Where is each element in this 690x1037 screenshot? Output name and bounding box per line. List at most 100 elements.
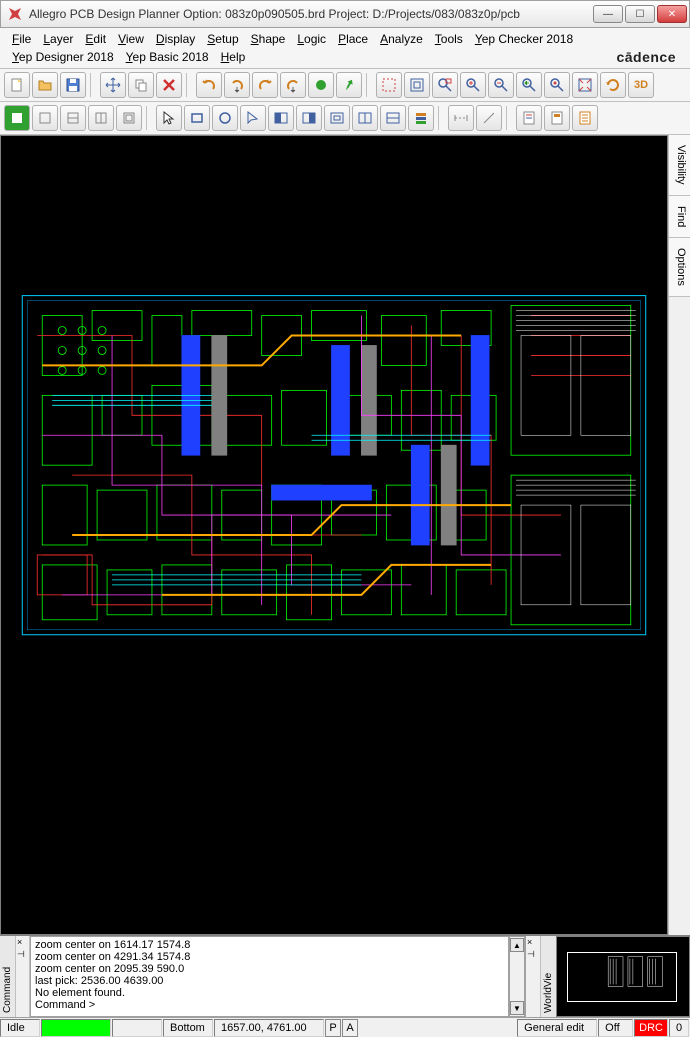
layer5-button[interactable] [380,105,406,131]
zoom-window-button[interactable] [376,72,402,98]
tab-visibility[interactable]: Visibility [669,135,690,196]
tab-find[interactable]: Find [669,196,690,238]
menu-view[interactable]: View [112,30,150,48]
workspace: Visibility Find Options [0,135,690,935]
dim2-button[interactable] [476,105,502,131]
menu-layer[interactable]: Layer [37,30,79,48]
mode-shape-button[interactable] [116,105,142,131]
worldview-panel: WorldVie [540,936,690,1017]
command-tab[interactable]: Command [0,936,16,1017]
zoom-prev-button[interactable] [516,72,542,98]
zoom-extents-button[interactable] [572,72,598,98]
pcb-drawing [1,136,667,934]
menu-display[interactable]: Display [150,30,201,48]
stack-button[interactable] [408,105,434,131]
3d-button[interactable]: 3D [628,72,654,98]
rect-button[interactable] [184,105,210,131]
undo-down-button[interactable] [224,72,250,98]
mode-general-button[interactable] [4,105,30,131]
zoom-in-button[interactable] [460,72,486,98]
cmd-close-icon[interactable]: × [16,936,29,948]
cursor-button[interactable] [156,105,182,131]
select-button[interactable] [240,105,266,131]
zoom-fit-button[interactable] [404,72,430,98]
menu-tools[interactable]: Tools [429,30,469,48]
pin-button[interactable] [336,72,362,98]
report1-button[interactable] [516,105,542,131]
cmd-line: zoom center on 1614.17 1574.8 [35,939,504,951]
menu-shape[interactable]: Shape [245,30,292,48]
tab-options[interactable]: Options [669,238,690,297]
menu-analyze[interactable]: Analyze [374,30,429,48]
cmd-line: No element found. [35,987,504,999]
mode-placement-button[interactable] [32,105,58,131]
circle-button[interactable] [212,105,238,131]
cmd-line: last pick: 2536.00 4639.00 [35,975,504,987]
move-button[interactable] [100,72,126,98]
command-panel: Command × ⊣ zoom center on 1614.17 1574.… [0,936,526,1017]
layer3-button[interactable] [324,105,350,131]
mode-signal-button[interactable] [88,105,114,131]
status-coords: 1657.00, 4761.00 [214,1019,324,1037]
zoom-center-button[interactable] [544,72,570,98]
command-log[interactable]: zoom center on 1614.17 1574.8 zoom cente… [30,936,509,1017]
cmd-prompt: Command > [35,999,504,1011]
wv-close-icon[interactable]: × [526,936,540,948]
status-count: 0 [669,1019,689,1037]
status-off: Off [598,1019,633,1037]
redo-button[interactable] [252,72,278,98]
layer4-button[interactable] [352,105,378,131]
dim1-button[interactable] [448,105,474,131]
report2-button[interactable] [544,105,570,131]
close-button[interactable]: ✕ [657,5,687,23]
layer2-button[interactable] [296,105,322,131]
mode-etch-button[interactable] [60,105,86,131]
zoom-out-button[interactable] [488,72,514,98]
status-a-button[interactable]: A [342,1019,358,1037]
status-flex [359,1019,516,1037]
worldview-tab[interactable]: WorldVie [540,936,556,1017]
menu-place[interactable]: Place [332,30,374,48]
statusbar: Idle Bottom 1657.00, 4761.00 P A General… [0,1017,690,1037]
report3-button[interactable] [572,105,598,131]
status-spacer [112,1019,162,1037]
cmd-pin-icon[interactable]: ⊣ [16,948,29,961]
status-p-button[interactable]: P [325,1019,341,1037]
cmd-scrollbar[interactable]: ▲ ▼ [509,936,525,1017]
menu-help[interactable]: Help [215,48,252,66]
menu-file[interactable]: File [6,30,37,48]
refresh-button[interactable] [600,72,626,98]
open-button[interactable] [32,72,58,98]
save-button[interactable] [60,72,86,98]
scroll-down-icon[interactable]: ▼ [510,1001,524,1015]
window-controls: — ☐ ✕ [593,5,689,23]
scroll-up-icon[interactable]: ▲ [510,938,524,952]
delete-button[interactable] [156,72,182,98]
pcb-canvas[interactable] [0,135,668,935]
cmd-line: zoom center on 2095.39 590.0 [35,963,504,975]
status-layer[interactable]: Bottom [163,1019,213,1037]
worldview-canvas[interactable] [556,936,690,1017]
menu-edit[interactable]: Edit [79,30,112,48]
maximize-button[interactable]: ☐ [625,5,655,23]
go-button[interactable] [308,72,334,98]
menu-logic[interactable]: Logic [291,30,332,48]
zoom-select-button[interactable] [432,72,458,98]
minimize-button[interactable]: — [593,5,623,23]
status-idle: Idle [0,1019,40,1037]
toolbar-main: 3D [0,69,690,102]
menu-yepdesigner[interactable]: Yep Designer 2018 [6,48,120,66]
menu-yepchecker[interactable]: Yep Checker 2018 [469,30,579,48]
redo-down-button[interactable] [280,72,306,98]
layer1-button[interactable] [268,105,294,131]
wv-pin-icon[interactable]: ⊣ [526,948,540,961]
menu-setup[interactable]: Setup [201,30,244,48]
cadence-logo: cādence [616,49,684,65]
undo-button[interactable] [196,72,222,98]
menu-yepbasic[interactable]: Yep Basic 2018 [120,48,215,66]
status-drc[interactable]: DRC [634,1019,668,1037]
side-panel-tabs: Visibility Find Options [668,135,690,935]
new-button[interactable] [4,72,30,98]
app-icon [7,6,23,22]
copy-button[interactable] [128,72,154,98]
